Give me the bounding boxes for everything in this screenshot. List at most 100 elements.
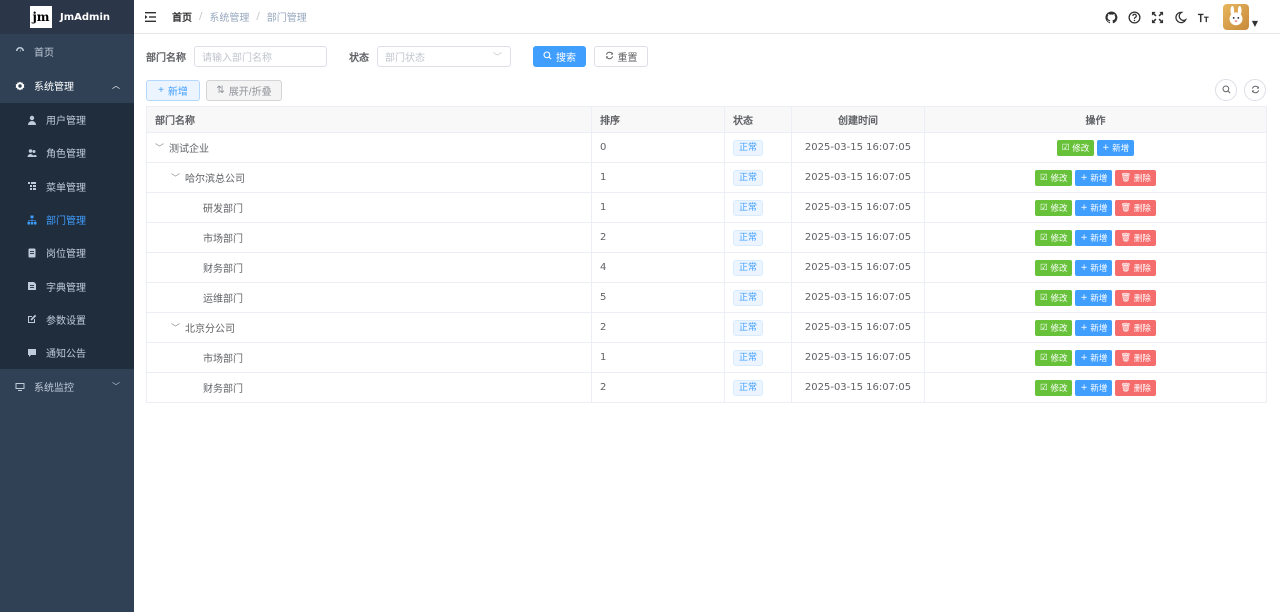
add-label: 新增: [1090, 233, 1108, 244]
edit-button[interactable]: ☑ 修改: [1035, 229, 1073, 246]
edit-button[interactable]: ☑ 修改: [1035, 379, 1073, 396]
search-icon: [543, 50, 552, 63]
sidebar-item-user[interactable]: 用户管理: [0, 103, 134, 136]
cell-actions: ☑ 修改 + 新增 🗑 删除: [925, 193, 1266, 222]
status-select[interactable]: 部门状态 ﹀: [377, 46, 511, 67]
dashboard-icon: [14, 45, 26, 57]
question-icon[interactable]: [1128, 10, 1142, 24]
sidebar-item-dict[interactable]: 字典管理: [0, 269, 134, 302]
edit-label: 修改: [1050, 323, 1068, 334]
menu-item-system[interactable]: 系统管理 ︿: [0, 68, 134, 103]
search-button-label: 搜索: [556, 53, 576, 64]
edit-button[interactable]: ☑ 修改: [1035, 169, 1073, 186]
edit-button[interactable]: ☑ 修改: [1056, 139, 1095, 156]
edit-button[interactable]: ☑ 修改: [1035, 289, 1073, 306]
breadcrumb-separator: /: [199, 11, 203, 22]
edit-label: 修改: [1050, 293, 1068, 304]
add-label: 新增: [1090, 263, 1108, 274]
cell-name: ﹀ 测试企业: [147, 133, 592, 162]
edit-button[interactable]: ☑ 修改: [1035, 319, 1073, 336]
caret-down-icon[interactable]: ▼: [1252, 19, 1258, 28]
table-row: 市场部门 1 正常 2025-03-15 16:07:05 ☑ 修改 + 新增 …: [147, 343, 1266, 373]
cell-time: 2025-03-15 16:07:05: [792, 373, 925, 402]
delete-button[interactable]: 🗑 删除: [1115, 319, 1156, 336]
expand-arrow-icon[interactable]: ﹀: [171, 321, 181, 334]
menu-label-home: 首页: [34, 47, 54, 59]
cell-time: 2025-03-15 16:07:05: [792, 193, 925, 222]
add-child-button[interactable]: + 新增: [1075, 259, 1113, 276]
system-submenu: 用户管理 角色管理 菜单管理 部门管理 岗位管理 字典管理 参数设置 通知公告: [0, 103, 134, 370]
add-child-button[interactable]: + 新增: [1075, 199, 1113, 216]
sidebar-item-role[interactable]: 角色管理: [0, 136, 134, 169]
add-child-button[interactable]: + 新增: [1075, 379, 1113, 396]
delete-button[interactable]: 🗑 删除: [1115, 229, 1156, 246]
cell-name: 运维部门: [147, 283, 592, 312]
toolbar: + 新增 ⇅ 展开/折叠: [146, 80, 282, 101]
cell-sort: 4: [592, 253, 725, 282]
cell-status: 正常: [725, 343, 792, 372]
avatar[interactable]: [1222, 4, 1249, 30]
delete-button[interactable]: 🗑 删除: [1115, 349, 1156, 366]
toggle-search-button[interactable]: [1215, 79, 1237, 101]
menu-label-system: 系统管理: [34, 82, 74, 93]
dept-name: 北京分公司: [185, 324, 235, 335]
plus-icon: +: [1080, 292, 1091, 303]
add-child-button[interactable]: + 新增: [1075, 349, 1113, 366]
plus-icon: +: [1080, 322, 1091, 333]
delete-button[interactable]: 🗑 删除: [1115, 169, 1156, 186]
trash-icon: 🗑: [1120, 322, 1134, 333]
moon-icon[interactable]: [1174, 10, 1188, 24]
expand-arrow-icon[interactable]: ﹀: [155, 141, 165, 154]
delete-label: 删除: [1133, 233, 1151, 244]
dept-name-input[interactable]: 请输入部门名称: [194, 46, 327, 67]
edit-label: 修改: [1050, 203, 1068, 214]
cell-actions: ☑ 修改 + 新增: [925, 133, 1266, 162]
add-button[interactable]: + 新增: [146, 80, 200, 101]
post-icon: [26, 247, 38, 259]
status-badge: 正常: [733, 319, 764, 336]
cell-actions: ☑ 修改 + 新增 🗑 删除: [925, 373, 1266, 402]
delete-button[interactable]: 🗑 删除: [1115, 379, 1156, 396]
sidebar-item-notice[interactable]: 通知公告: [0, 336, 134, 369]
table-row: 财务部门 2 正常 2025-03-15 16:07:05 ☑ 修改 + 新增 …: [147, 373, 1266, 403]
github-icon[interactable]: [1105, 10, 1119, 24]
reset-button[interactable]: 重置: [594, 46, 648, 67]
status-badge: 正常: [733, 139, 764, 156]
header-tools: ▼: [1096, 4, 1258, 30]
refresh-icon: [1251, 83, 1260, 97]
delete-button[interactable]: 🗑 删除: [1115, 259, 1156, 276]
expand-collapse-button[interactable]: ⇅ 展开/折叠: [206, 80, 282, 101]
edit-button[interactable]: ☑ 修改: [1035, 199, 1073, 216]
add-child-button[interactable]: + 新增: [1097, 139, 1135, 156]
add-child-button[interactable]: + 新增: [1075, 169, 1113, 186]
delete-button[interactable]: 🗑 删除: [1115, 289, 1156, 306]
add-child-button[interactable]: + 新增: [1075, 319, 1113, 336]
font-size-icon[interactable]: [1197, 10, 1211, 24]
menu-item-monitor[interactable]: 系统监控 ﹀: [0, 369, 134, 404]
refresh-button[interactable]: [1244, 79, 1266, 101]
search-button[interactable]: 搜索: [533, 46, 586, 67]
table-row: 财务部门 4 正常 2025-03-15 16:07:05 ☑ 修改 + 新增 …: [147, 253, 1266, 283]
sidebar-item-dept[interactable]: 部门管理: [0, 203, 134, 236]
sidebar-item-post[interactable]: 岗位管理: [0, 236, 134, 269]
cell-name: 财务部门: [147, 373, 592, 402]
edit-icon: ☑: [1040, 262, 1051, 273]
menu-item-home[interactable]: 首页: [0, 34, 134, 68]
sidebar-item-menu[interactable]: 菜单管理: [0, 170, 134, 203]
edit-label: 修改: [1050, 353, 1068, 364]
edit-button[interactable]: ☑ 修改: [1035, 349, 1073, 366]
add-child-button[interactable]: + 新增: [1075, 289, 1113, 306]
breadcrumb-home[interactable]: 首页: [172, 9, 192, 24]
logo[interactable]: jm JmAdmin: [0, 0, 134, 34]
table-row: 运维部门 5 正常 2025-03-15 16:07:05 ☑ 修改 + 新增 …: [147, 283, 1266, 313]
menu-label-monitor: 系统监控: [34, 383, 74, 395]
expand-arrow-icon[interactable]: ﹀: [171, 171, 181, 184]
cell-sort: 5: [592, 283, 725, 312]
hamburger-icon[interactable]: [145, 11, 157, 23]
add-child-button[interactable]: + 新增: [1075, 229, 1113, 246]
fullscreen-icon[interactable]: [1151, 10, 1165, 24]
edit-button[interactable]: ☑ 修改: [1035, 259, 1073, 276]
sidebar-item-config[interactable]: 参数设置: [0, 303, 134, 336]
logo-text: JmAdmin: [60, 11, 111, 23]
delete-button[interactable]: 🗑 删除: [1115, 199, 1156, 216]
